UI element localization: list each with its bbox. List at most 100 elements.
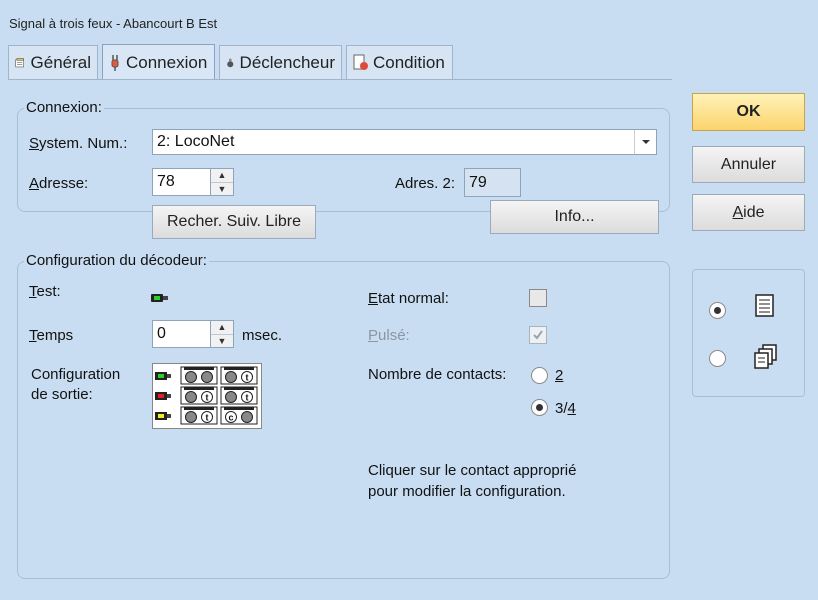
contact-mark: t [246,373,249,383]
tab-label: Condition [373,52,445,72]
tab-declencheur[interactable]: Déclencheur [219,45,342,79]
msec-label: msec. [242,327,283,344]
label-mnemonic: P [368,327,379,344]
trigger-icon [227,58,234,67]
tab-divider [8,79,672,80]
pulse-checkbox [529,326,547,344]
window-title: Signal à trois feux - Abancourt B Est [9,16,218,31]
signal-lamp-yellow [158,414,164,418]
label-text: est: [36,283,61,300]
temps-spinbox[interactable]: 0 ▲ ▼ [152,320,234,348]
radio-selected-dot [714,307,721,314]
up-arrow-icon[interactable]: ▲ [211,321,233,335]
adresse-spinbox[interactable]: 78 ▲ ▼ [152,168,234,196]
label-mnemonic: E [368,290,379,307]
dropdown-arrow-icon[interactable] [634,130,657,154]
config-row: tt [155,386,258,405]
test-label: Test: [29,283,61,300]
contact-circle[interactable] [225,391,237,403]
contacts-2-radio[interactable] [531,367,548,384]
config-sortie-grid[interactable]: ttttc [152,363,262,429]
view-mode-group [692,269,805,397]
view-multi-radio[interactable] [709,350,726,367]
contact-pair-header [224,387,254,390]
label-text: emps [36,327,74,344]
checkmark-icon [533,330,543,340]
adres2-label: Adres. 2: [395,175,456,192]
temps-stepper[interactable]: ▲ ▼ [210,321,233,347]
annuler-button[interactable]: Annuler [692,146,805,183]
aide-button[interactable]: Aide [692,194,805,231]
down-arrow-icon[interactable]: ▼ [211,183,233,196]
down-arrow-icon[interactable]: ▼ [211,335,233,348]
label-text: ystem. Num.: [39,135,128,152]
test-signal-icon[interactable] [151,293,169,303]
general-icon [15,57,24,67]
adresse-stepper[interactable]: ▲ ▼ [210,169,233,195]
contact-pair-header [184,367,214,370]
multi-page-icon [754,344,777,369]
view-single-radio[interactable] [709,302,726,319]
signal-lamp-mount [167,374,171,378]
contacts-2-label: 2 [555,367,563,384]
label-mnemonic: T [29,327,37,344]
adres2-value: 79 [469,173,487,191]
decodeur-legend: Configuration du décodeur: [24,252,209,269]
signal-lamp-red [158,394,164,398]
label-mnemonic: 4 [567,400,576,417]
temps-value: 0 [157,325,166,342]
radio-selected-dot [536,404,543,411]
config-row: t [155,366,258,385]
signal-lamp-mount [167,414,171,418]
label-mnemonic: A [732,203,744,221]
plug-icon [111,54,119,71]
ok-button[interactable]: OK [692,93,805,131]
system-num-select[interactable]: 2: LocoNet [152,129,657,155]
config-sortie-label: Configuration de sortie: [31,365,120,405]
contact-circle[interactable] [185,391,197,403]
connexion-group [17,108,670,212]
pulse-label: Pulsé: [368,327,410,344]
config-row: tc [155,406,258,425]
tab-general[interactable]: Général [8,45,98,79]
tab-condition[interactable]: Condition [346,45,453,79]
signal-lamp-green [158,374,164,378]
contact-pair-header [184,407,214,410]
adresse-label: Adresse: [29,175,88,192]
contact-circle[interactable] [185,411,197,423]
contact-pair-header [224,367,254,370]
up-arrow-icon[interactable]: ▲ [211,169,233,183]
label-line: de sortie: [31,386,93,403]
temps-label: Temps [29,327,73,344]
nombre-contacts-label: Nombre de contacts: [368,366,507,383]
contact-pair-header [224,407,254,410]
system-num-value: 2: LocoNet [157,133,235,150]
contact-circle[interactable] [225,371,237,383]
contact-pair-header [184,387,214,390]
contacts-34-radio[interactable] [531,399,548,416]
decodeur-group [17,261,670,579]
tab-connexion[interactable]: Connexion [102,44,215,80]
label-mnemonic: S [29,135,40,152]
label-text: 3/ [555,400,568,417]
contacts-34-label: 3/4 [555,400,576,417]
contact-circle[interactable] [201,371,213,383]
config-rows: ttttc [153,366,261,426]
adres2-field: 79 [464,168,521,197]
label-text: ide [743,203,765,221]
etat-normal-checkbox[interactable] [529,289,547,307]
system-num-label: System. Num.: [29,135,127,152]
condition-icon [353,54,368,70]
recher-suiv-libre-button[interactable]: Recher. Suiv. Libre [152,205,316,239]
connexion-legend: Connexion: [24,99,104,116]
label-text: tat normal: [378,290,449,307]
contact-mark: t [206,393,209,403]
label-mnemonic: A [29,175,40,192]
contact-circle[interactable] [241,411,253,423]
contact-circle[interactable] [185,371,197,383]
tab-label: Déclencheur [239,52,335,72]
info-button[interactable]: Info... [490,200,659,234]
adresse-value: 78 [157,173,175,190]
label-text: ulsé: [378,327,410,344]
etat-normal-label: Etat normal: [368,290,449,307]
